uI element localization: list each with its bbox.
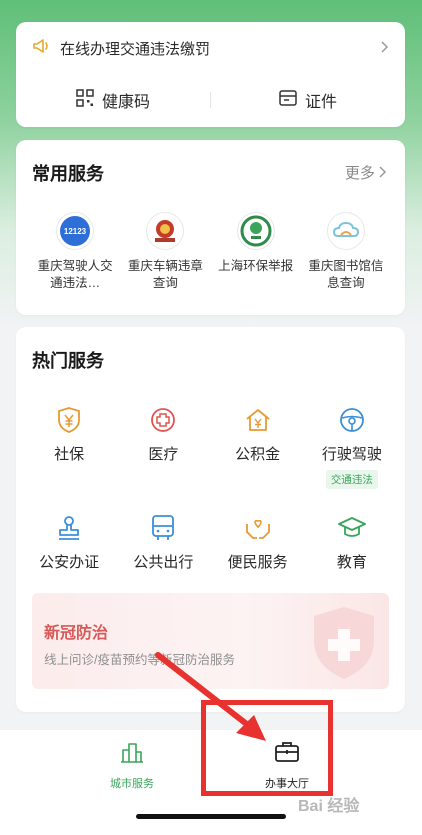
- watermark: Bai 经验: [298, 798, 360, 815]
- annotation-highlight-box: [201, 700, 333, 796]
